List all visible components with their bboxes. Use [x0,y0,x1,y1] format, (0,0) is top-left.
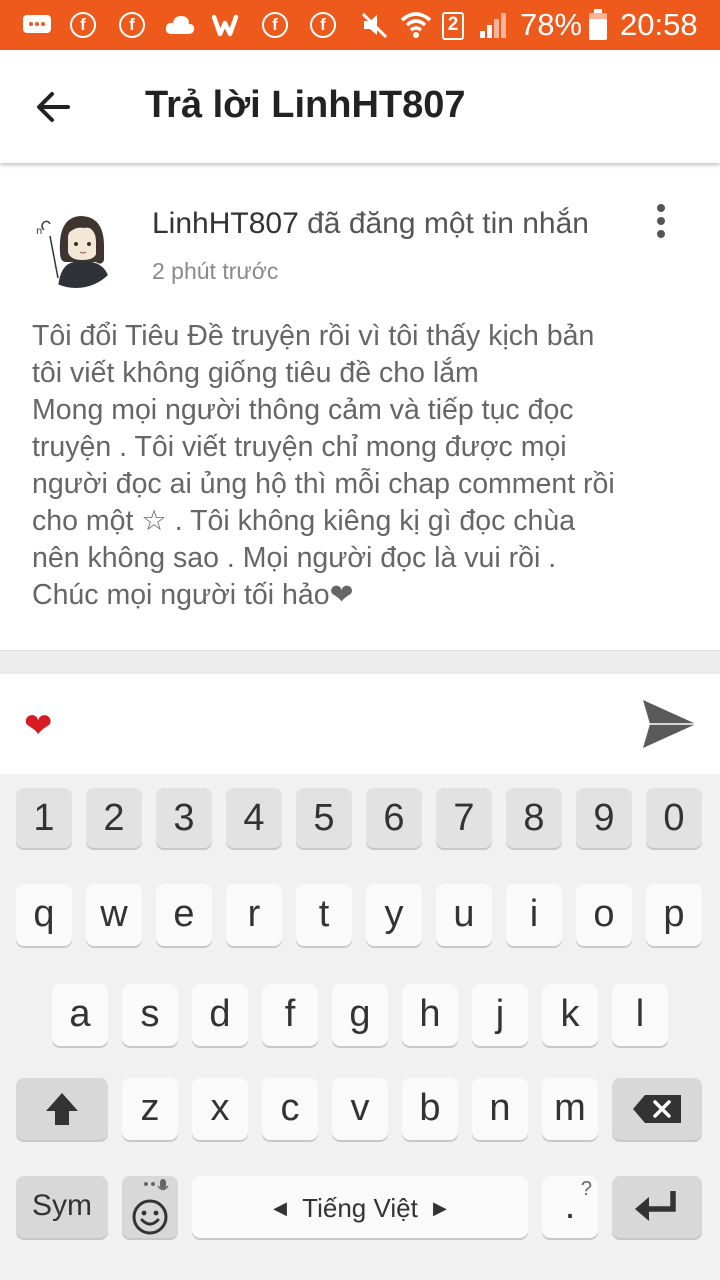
key-l[interactable]: l [612,984,668,1046]
post-action: đã đăng một tin nhắn [307,207,589,240]
key-g[interactable]: g [332,984,388,1046]
key-s[interactable]: s [122,984,178,1046]
arrow-left-icon [37,92,70,122]
status-bar: f f f f 2 78% 20:58 [0,0,720,50]
send-button[interactable] [640,696,698,752]
message-icon [22,9,52,41]
key-w[interactable]: w [86,884,142,946]
key-t[interactable]: t [296,884,352,946]
more-vert-icon [657,204,665,212]
wattpad-icon [212,9,244,41]
key-9[interactable]: 9 [576,788,632,848]
shift-icon [46,1093,78,1125]
key-2[interactable]: 2 [86,788,142,848]
signal-icon [478,9,508,41]
sym-key[interactable]: Sym [16,1176,108,1238]
key-c[interactable]: c [262,1078,318,1140]
enter-key[interactable] [612,1176,702,1238]
mic-icon [144,1179,169,1191]
backspace-icon [633,1095,681,1123]
mute-icon [360,9,390,41]
key-m[interactable]: m [542,1078,598,1140]
key-e[interactable]: e [156,884,212,946]
key-j[interactable]: j [472,984,528,1046]
svg-text:n: n [36,226,42,237]
key-7[interactable]: 7 [436,788,492,848]
back-button[interactable] [30,86,82,128]
facebook-icon: f [70,9,96,41]
more-options-button[interactable] [648,201,674,241]
sim-icon: 2 [442,12,464,40]
key-u[interactable]: u [436,884,492,946]
post-body-line: Tôi đổi Tiêu Đề truyện rồi vì tôi thấy k… [32,320,595,352]
key-o[interactable]: o [576,884,632,946]
post-body-line: người đọc ai ủng hộ thì mỗi chap comment… [32,468,615,500]
post-body-line: Chúc mọi người tối hảo❤ [32,579,354,611]
key-h[interactable]: h [402,984,458,1046]
divider [0,650,720,674]
key-d[interactable]: d [192,984,248,1046]
app-bar: Trả lời LinhHT807 [0,50,720,163]
post-timestamp: 2 phút trước [152,258,279,284]
post-body: Tôi đổi Tiêu Đề truyện rồi vì tôi thấy k… [32,318,702,614]
more-vert-icon-dot [657,217,665,225]
key-k[interactable]: k [542,984,598,1046]
post-body-line: tôi viết không giống tiêu đề cho lắm [32,357,479,389]
key-p[interactable]: p [646,884,702,946]
key-x[interactable]: x [192,1078,248,1140]
space-key[interactable]: ◀ Tiếng Việt ▶ [192,1176,528,1238]
clock: 20:58 [620,7,698,42]
facebook-icon: f [262,9,288,41]
post: n LinhHT807 đã đăng một tin nhắn 2 phút … [0,163,720,650]
key-a[interactable]: a [52,984,108,1046]
key-y[interactable]: y [366,884,422,946]
key-6[interactable]: 6 [366,788,422,848]
reply-bar: ❤ [0,674,720,774]
reply-input[interactable]: ❤ [18,696,618,756]
key-v[interactable]: v [332,1078,388,1140]
chevron-left-icon: ◀ [273,1198,287,1219]
facebook-icon: f [310,9,336,41]
post-body-line: cho một ☆ . Tôi không kiêng kị gì đọc ch… [32,505,576,537]
key-q[interactable]: q [16,884,72,946]
author-name[interactable]: LinhHT807 [152,207,299,240]
period-key-label: . [564,1185,576,1227]
avatar[interactable]: n [30,196,122,288]
key-n[interactable]: n [472,1078,528,1140]
post-body-line: Mong mọi người thông cảm và tiếp tục đọc [32,394,574,426]
post-body-line: nên không sao . Mọi người đọc là vui rồi… [32,542,557,574]
battery-percent: 78% [520,7,583,42]
key-5[interactable]: 5 [296,788,352,848]
emoji-key[interactable] [122,1176,178,1238]
key-8[interactable]: 8 [506,788,562,848]
key-b[interactable]: b [402,1078,458,1140]
page-title: Trả lời LinhHT807 [145,84,466,126]
key-3[interactable]: 3 [156,788,212,848]
wifi-icon [400,9,432,41]
key-0[interactable]: 0 [646,788,702,848]
keyboard: 1 2 3 4 5 6 7 8 9 0 q w e r t y u i o p … [0,774,720,1280]
period-key-hint: ? [580,1178,592,1200]
cloud-icon [164,9,196,41]
backspace-key[interactable] [612,1078,702,1140]
smiley-icon [132,1199,168,1235]
key-f[interactable]: f [262,984,318,1046]
space-key-label: Tiếng Việt [302,1193,418,1224]
shift-key[interactable] [16,1078,108,1140]
key-z[interactable]: z [122,1078,178,1140]
more-vert-icon-dot [657,230,665,238]
battery-icon [588,9,608,41]
facebook-icon: f [119,9,145,41]
send-icon [643,700,696,748]
chevron-right-icon: ▶ [433,1198,447,1219]
enter-icon [635,1191,676,1221]
key-4[interactable]: 4 [226,788,282,848]
post-header: LinhHT807 đã đăng một tin nhắn [152,207,589,241]
period-key[interactable]: ? . [542,1176,598,1238]
key-r[interactable]: r [226,884,282,946]
post-body-line: truyện . Tôi viết truyện chỉ mong được m… [32,431,567,463]
key-i[interactable]: i [506,884,562,946]
key-1[interactable]: 1 [16,788,72,848]
